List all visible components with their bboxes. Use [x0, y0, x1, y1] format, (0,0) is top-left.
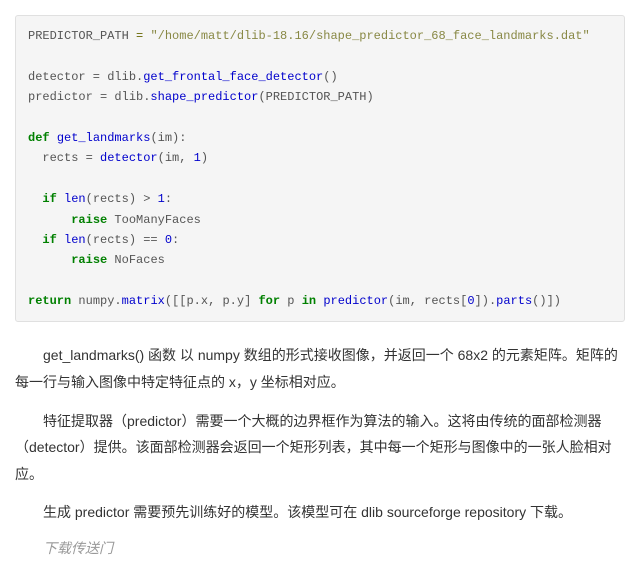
code-function: len [64, 192, 86, 206]
code-token: : [165, 192, 172, 206]
code-function: get_frontal_face_detector [143, 70, 323, 84]
code-token: (rects) > [86, 192, 158, 206]
code-token [57, 233, 64, 247]
body-paragraph: 特征提取器（predictor）需要一个大概的边界框作为算法的输入。这将由传统的… [15, 408, 625, 488]
code-token [28, 233, 42, 247]
code-token: (PREDICTOR_PATH) [258, 90, 373, 104]
code-token: : [172, 233, 179, 247]
code-token: = [129, 29, 151, 43]
code-string: "/home/matt/dlib-18.16/shape_predictor_6… [150, 29, 589, 43]
code-number: 1 [158, 192, 165, 206]
code-keyword: if [42, 233, 56, 247]
code-function: get_landmarks [57, 131, 151, 145]
code-token [28, 192, 42, 206]
code-token: TooManyFaces [107, 213, 201, 227]
code-token: rects = [28, 151, 100, 165]
code-token: ()]) [532, 294, 561, 308]
code-number: 1 [194, 151, 201, 165]
code-token: predictor = dlib. [28, 90, 150, 104]
code-token: () [323, 70, 337, 84]
code-keyword: if [42, 192, 56, 206]
code-token: (im, [158, 151, 194, 165]
code-token: ) [201, 151, 208, 165]
code-function: parts [496, 294, 532, 308]
code-keyword: raise [71, 253, 107, 267]
body-paragraph: 生成 predictor 需要预先训练好的模型。该模型可在 dlib sourc… [15, 499, 625, 526]
code-number: 0 [467, 294, 474, 308]
code-token [28, 253, 71, 267]
code-token [57, 192, 64, 206]
code-keyword: for [258, 294, 280, 308]
code-token: PREDICTOR_PATH [28, 29, 129, 43]
code-token [28, 213, 71, 227]
code-token: ]). [475, 294, 497, 308]
code-block: PREDICTOR_PATH = "/home/matt/dlib-18.16/… [15, 15, 625, 322]
code-keyword: return [28, 294, 71, 308]
code-token: (im, rects[ [388, 294, 467, 308]
code-token: (im): [150, 131, 186, 145]
code-token [50, 131, 57, 145]
code-function: predictor [323, 294, 388, 308]
code-token: (rects) == [86, 233, 165, 247]
code-keyword: in [302, 294, 316, 308]
code-token: detector = dlib. [28, 70, 143, 84]
code-function: shape_predictor [150, 90, 258, 104]
code-token: p [280, 294, 302, 308]
code-keyword: raise [71, 213, 107, 227]
code-keyword: def [28, 131, 50, 145]
code-function: matrix [122, 294, 165, 308]
body-paragraph: get_landmarks() 函数 以 numpy 数组的形式接收图像，并返回… [15, 342, 625, 395]
code-token: ([[p.x, p.y] [165, 294, 259, 308]
code-number: 0 [165, 233, 172, 247]
code-token: NoFaces [107, 253, 165, 267]
code-function: len [64, 233, 86, 247]
code-function: detector [100, 151, 158, 165]
download-link-note: 下载传送门 [15, 538, 625, 558]
code-token: numpy. [71, 294, 121, 308]
